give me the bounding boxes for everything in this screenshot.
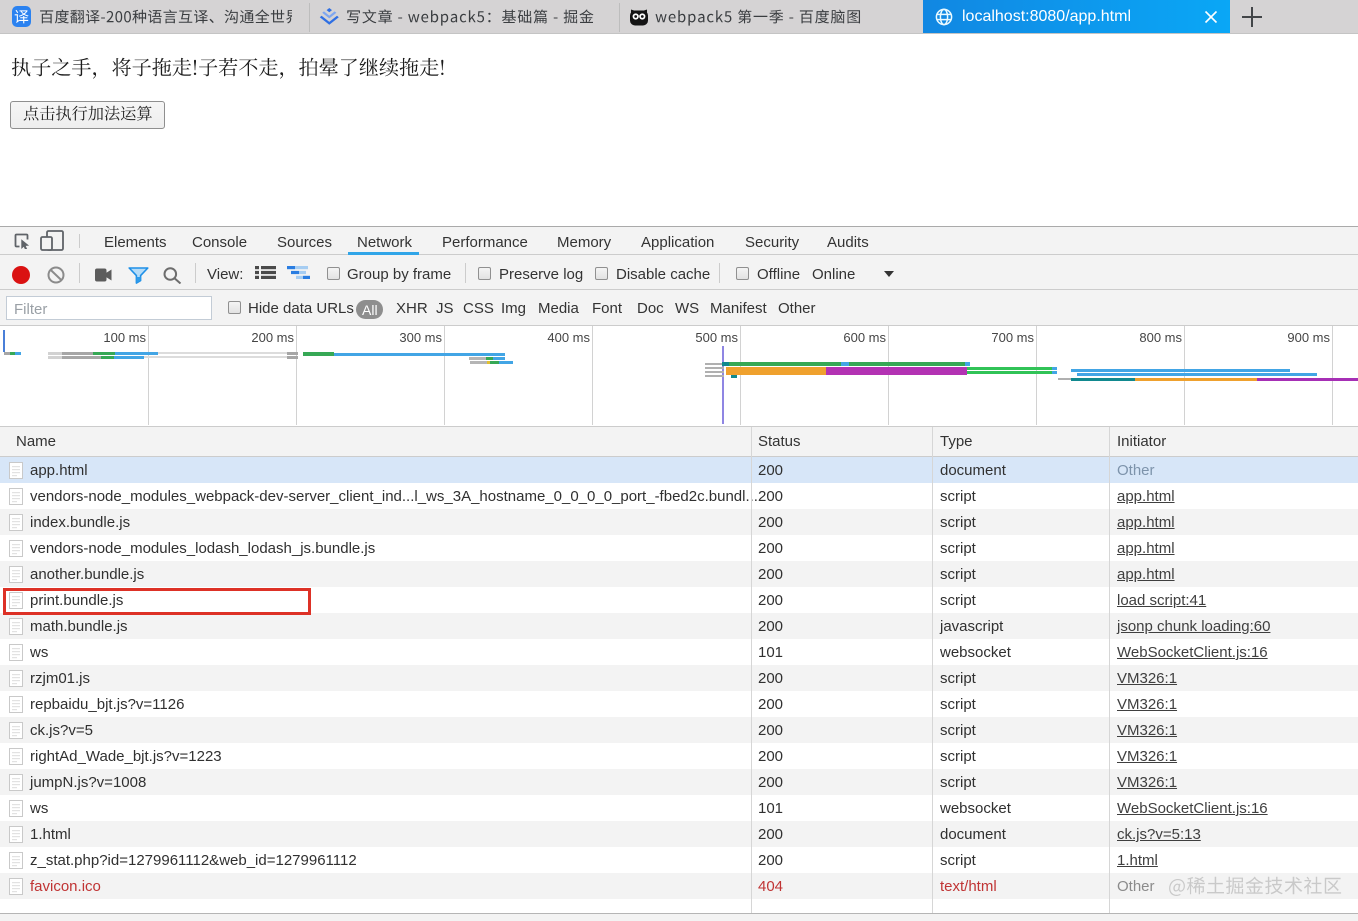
svg-text:800 ms: 800 ms [1139,330,1182,345]
svg-text:900 ms: 900 ms [1287,330,1330,345]
svg-text:300 ms: 300 ms [399,330,442,345]
svg-text:200 ms: 200 ms [251,330,294,345]
svg-text:600 ms: 600 ms [843,330,886,345]
svg-text:400 ms: 400 ms [547,330,590,345]
svg-text:700 ms: 700 ms [991,330,1034,345]
svg-text:100 ms: 100 ms [103,330,146,345]
svg-text:500 ms: 500 ms [695,330,738,345]
